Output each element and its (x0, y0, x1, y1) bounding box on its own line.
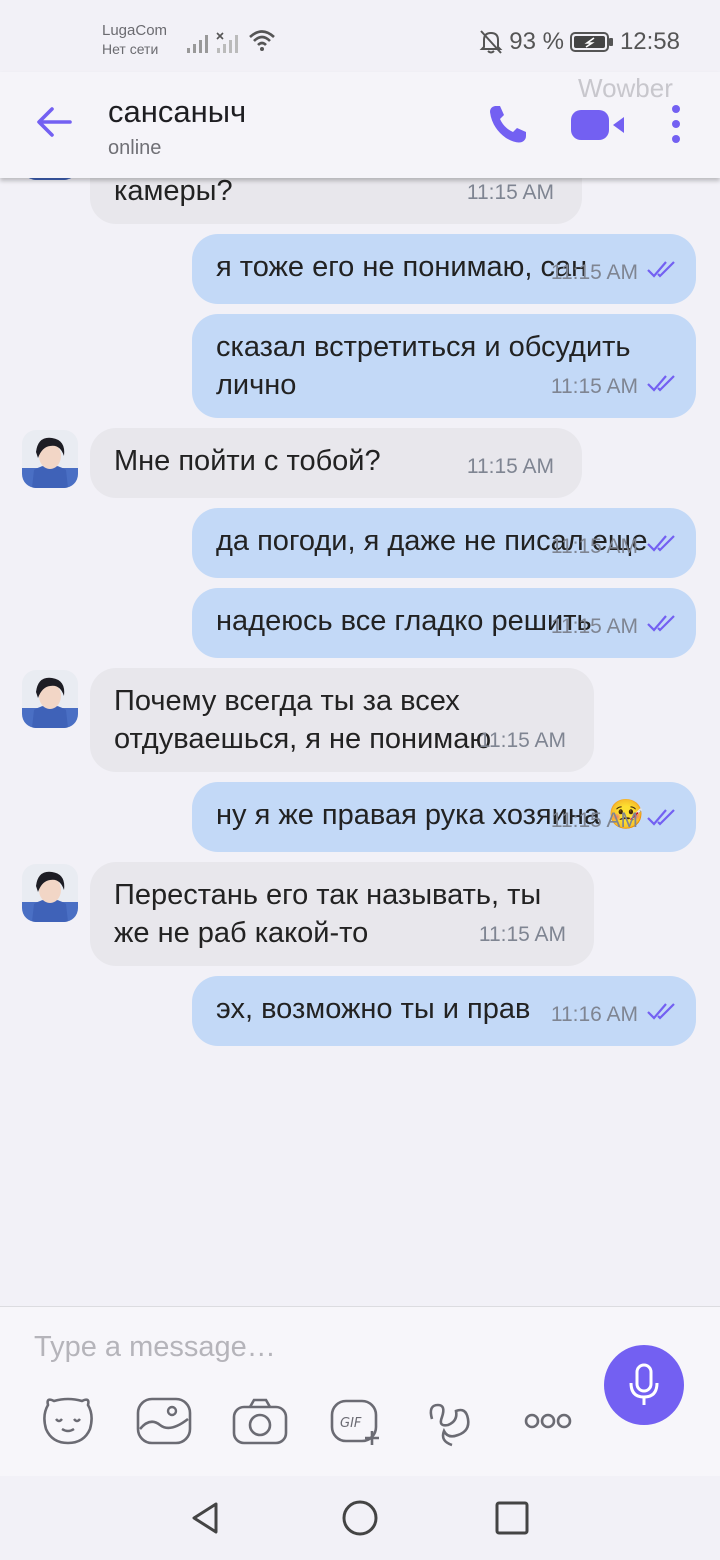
read-receipt-icon (638, 608, 678, 646)
composer: Type a message… GIF (0, 1306, 720, 1476)
avatar[interactable] (22, 670, 78, 728)
message-bubble[interactable]: Почему всегда ты за всех отдуваешься, я … (90, 668, 594, 772)
video-call-icon[interactable] (570, 108, 628, 142)
battery-percent: 93 % (509, 28, 564, 55)
read-receipt-icon (638, 802, 678, 840)
camera-icon[interactable] (230, 1395, 290, 1447)
sticker-icon[interactable] (38, 1395, 98, 1447)
outgoing-message[interactable]: да погоди, я даже не писал еще 11:15 AM (0, 508, 720, 578)
message-text: Почему этот к камеры? (114, 178, 233, 207)
message-list-inner: Почему этот к камеры?11:15 AMя тоже его … (0, 178, 720, 1056)
message-time-text: 11:15 AM (466, 181, 554, 204)
mute-bell-icon (479, 30, 503, 54)
incoming-message[interactable]: Перестань его так называть, ты же не раб… (0, 862, 720, 966)
wifi-icon (249, 30, 275, 51)
message-timestamp: 11:15 AM (479, 722, 566, 760)
svg-text:GIF: GIF (340, 1416, 362, 1431)
message-timestamp: 11:15 AM (551, 802, 678, 840)
message-time-text: 11:15 AM (466, 455, 554, 478)
message-input[interactable]: Type a message… (34, 1331, 276, 1364)
carrier-name: LugaCom (102, 22, 168, 39)
watermark: Wowber (578, 73, 673, 103)
message-time-text: 11:15 AM (550, 809, 638, 832)
gif-icon[interactable]: GIF (326, 1395, 386, 1447)
message-time-text: 11:15 AM (550, 261, 638, 284)
nav-back-icon[interactable] (186, 1498, 226, 1538)
avatar[interactable] (22, 864, 78, 922)
read-receipt-icon (638, 996, 678, 1034)
voice-message-button[interactable] (604, 1345, 684, 1425)
outgoing-message[interactable]: надеюсь все гладко решить 11:15 AM (0, 588, 720, 658)
message-timestamp: 11:15 AM (479, 916, 566, 954)
message-bubble[interactable]: ну я же правая рука хозяина 🤒 11:15 AM (192, 782, 696, 852)
message-bubble[interactable]: сказал встретиться и обсудить лично 11:15… (192, 314, 696, 418)
message-timestamp: 11:15 AM (467, 448, 554, 486)
signal-no-service-icon (216, 32, 238, 53)
status-right: 93 % 12:58 (473, 28, 680, 56)
back-arrow-icon[interactable] (34, 102, 74, 142)
doodle-icon[interactable] (422, 1395, 482, 1447)
read-receipt-icon (638, 368, 678, 406)
phone-call-icon[interactable] (486, 102, 530, 146)
nav-home-icon[interactable] (340, 1498, 380, 1538)
battery-icon (569, 32, 613, 52)
message-bubble[interactable]: Почему этот к камеры? 11:15 AM (90, 178, 582, 224)
message-time-text: 11:15 AM (550, 375, 638, 398)
message-list[interactable]: Почему этот к камеры?11:15 AMя тоже его … (0, 178, 720, 1306)
message-bubble[interactable]: Перестань его так называть, ты же не раб… (90, 862, 594, 966)
message-time-text: 11:15 AM (478, 729, 566, 752)
message-timestamp: 11:15 AM (551, 528, 678, 566)
message-time-text: 11:16 AM (550, 1003, 638, 1026)
incoming-message[interactable]: Почему этот к камеры? 11:15 AM (0, 178, 720, 224)
avatar[interactable] (22, 178, 78, 180)
message-timestamp: 11:16 AM (551, 996, 678, 1034)
message-bubble[interactable]: эх, возможно ты и прав 11:16 AM (192, 976, 696, 1046)
more-options-icon[interactable] (664, 102, 688, 146)
outgoing-message[interactable]: эх, возможно ты и прав 11:16 AM (0, 976, 720, 1046)
system-nav-bar (0, 1476, 720, 1560)
read-receipt-icon (638, 254, 678, 292)
clock: 12:58 (619, 28, 680, 55)
message-time-text: 11:15 AM (478, 923, 566, 946)
contact-status: online (108, 137, 162, 159)
message-time-text: 11:15 AM (550, 615, 638, 638)
outgoing-message[interactable]: ну я же правая рука хозяина 🤒 11:15 AM (0, 782, 720, 852)
read-receipt-icon (638, 528, 678, 566)
microphone-icon (629, 1363, 659, 1405)
message-timestamp: 11:15 AM (551, 254, 678, 292)
avatar[interactable] (22, 430, 78, 488)
message-timestamp: 11:15 AM (551, 368, 678, 406)
message-bubble[interactable]: надеюсь все гладко решить 11:15 AM (192, 588, 696, 658)
more-attachments-icon[interactable] (518, 1395, 578, 1447)
incoming-message[interactable]: Почему всегда ты за всех отдуваешься, я … (0, 668, 720, 772)
network-status: Нет сети (102, 41, 159, 57)
message-timestamp: 11:15 AM (467, 178, 554, 212)
carrier-info: LugaCom Нет сети (102, 22, 167, 58)
message-timestamp: 11:15 AM (551, 608, 678, 646)
status-bar: LugaCom Нет сети 93 % 12:58 (0, 0, 720, 72)
nav-recents-icon[interactable] (492, 1498, 532, 1538)
outgoing-message[interactable]: я тоже его не понимаю, сан 11:15 AM (0, 234, 720, 304)
message-bubble[interactable]: Мне пойти с тобой? 11:15 AM (90, 428, 582, 498)
outgoing-message[interactable]: сказал встретиться и обсудить лично 11:15… (0, 314, 720, 418)
message-time-text: 11:15 AM (550, 535, 638, 558)
message-bubble[interactable]: я тоже его не понимаю, сан 11:15 AM (192, 234, 696, 304)
contact-name[interactable]: сансаныч (108, 94, 246, 130)
signal-icon (187, 35, 208, 53)
incoming-message[interactable]: Мне пойти с тобой? 11:15 AM (0, 428, 720, 498)
message-text: Мне пойти с тобой? (114, 445, 381, 477)
gallery-icon[interactable] (134, 1395, 194, 1447)
message-bubble[interactable]: да погоди, я даже не писал еще 11:15 AM (192, 508, 696, 578)
